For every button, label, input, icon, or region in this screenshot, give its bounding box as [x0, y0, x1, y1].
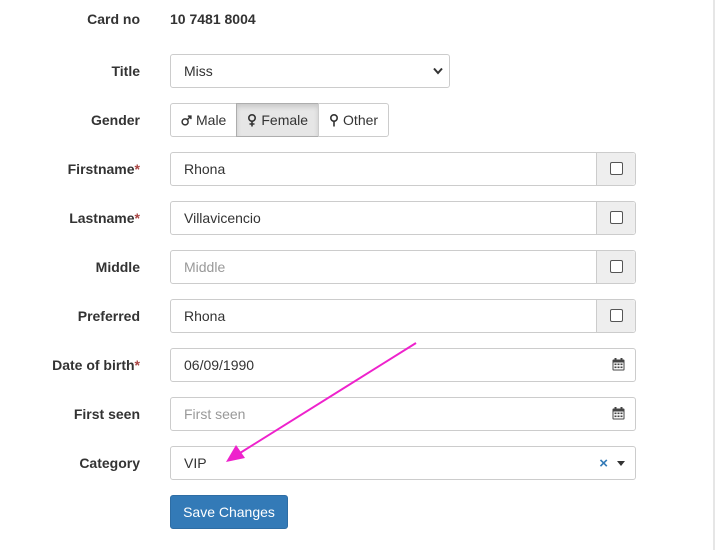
- middle-addon: [596, 251, 635, 283]
- calendar-icon[interactable]: [612, 407, 625, 420]
- firstname-label: Firstname*: [67, 161, 140, 177]
- female-symbol-icon: [248, 113, 257, 126]
- gender-female-label: Female: [261, 112, 309, 128]
- chevron-down-icon: [433, 67, 443, 75]
- first-seen-field[interactable]: First seen: [170, 397, 636, 431]
- lastname-addon: [596, 202, 635, 234]
- lastname-row: Lastname* Villavicencio: [0, 201, 715, 235]
- gender-male-button[interactable]: Male: [170, 103, 238, 137]
- title-select-value: Miss: [184, 63, 213, 79]
- dob-value: 06/09/1990: [184, 357, 255, 373]
- category-label: Category: [79, 455, 140, 471]
- middle-label: Middle: [95, 259, 140, 275]
- gender-other-button[interactable]: Other: [318, 103, 390, 137]
- clear-icon[interactable]: ×: [599, 455, 608, 472]
- preferred-addon: [596, 300, 635, 332]
- save-changes-button[interactable]: Save Changes: [170, 495, 288, 529]
- gender-female-button[interactable]: Female: [236, 103, 320, 137]
- gender-other-label: Other: [343, 112, 379, 128]
- card-no-row: Card no 10 7481 8004: [0, 2, 715, 36]
- neuter-symbol-icon: [330, 113, 339, 126]
- preferred-field[interactable]: Rhona: [170, 299, 636, 333]
- required-mark: *: [134, 357, 140, 373]
- card-no-label: Card no: [87, 11, 140, 27]
- gender-button-group: Male Female Other: [170, 103, 390, 137]
- lastname-field[interactable]: Villavicencio: [170, 201, 636, 235]
- caret-down-icon[interactable]: [617, 461, 625, 466]
- category-select[interactable]: VIP ×: [170, 446, 636, 480]
- first-seen-row: First seen First seen: [0, 397, 715, 431]
- dob-field[interactable]: 06/09/1990: [170, 348, 636, 382]
- title-label: Title: [111, 63, 140, 79]
- preferred-checkbox[interactable]: [610, 309, 623, 322]
- card-no-value: 10 7481 8004: [170, 11, 256, 27]
- dob-label: Date of birth*: [52, 357, 140, 373]
- preferred-value: Rhona: [184, 308, 226, 324]
- middle-field[interactable]: Middle: [170, 250, 636, 284]
- calendar-icon[interactable]: [612, 358, 625, 371]
- title-select[interactable]: Miss: [170, 54, 450, 88]
- middle-row: Middle Middle: [0, 250, 715, 284]
- gender-label: Gender: [90, 112, 140, 128]
- category-value: VIP: [184, 455, 207, 471]
- firstname-addon: [596, 153, 635, 185]
- first-seen-placeholder: First seen: [184, 406, 246, 422]
- required-mark: *: [134, 161, 140, 177]
- middle-placeholder: Middle: [184, 259, 226, 275]
- dob-row: Date of birth* 06/09/1990: [0, 348, 715, 382]
- lastname-label: Lastname*: [69, 210, 140, 226]
- firstname-value: Rhona: [184, 161, 226, 177]
- preferred-row: Preferred Rhona: [0, 299, 715, 333]
- required-mark: *: [134, 210, 140, 226]
- firstname-field[interactable]: Rhona: [170, 152, 636, 186]
- preferred-label: Preferred: [77, 308, 140, 324]
- category-row: Category VIP ×: [0, 446, 715, 480]
- lastname-value: Villavicencio: [184, 210, 261, 226]
- gender-row: Gender Male Female Other: [0, 103, 715, 137]
- firstname-row: Firstname* Rhona: [0, 152, 715, 186]
- firstname-checkbox[interactable]: [610, 162, 623, 175]
- middle-checkbox[interactable]: [610, 260, 623, 273]
- gender-male-label: Male: [196, 112, 227, 128]
- male-symbol-icon: [181, 114, 192, 126]
- title-row: Title Miss: [0, 54, 715, 88]
- first-seen-label: First seen: [73, 406, 140, 422]
- lastname-checkbox[interactable]: [610, 211, 623, 224]
